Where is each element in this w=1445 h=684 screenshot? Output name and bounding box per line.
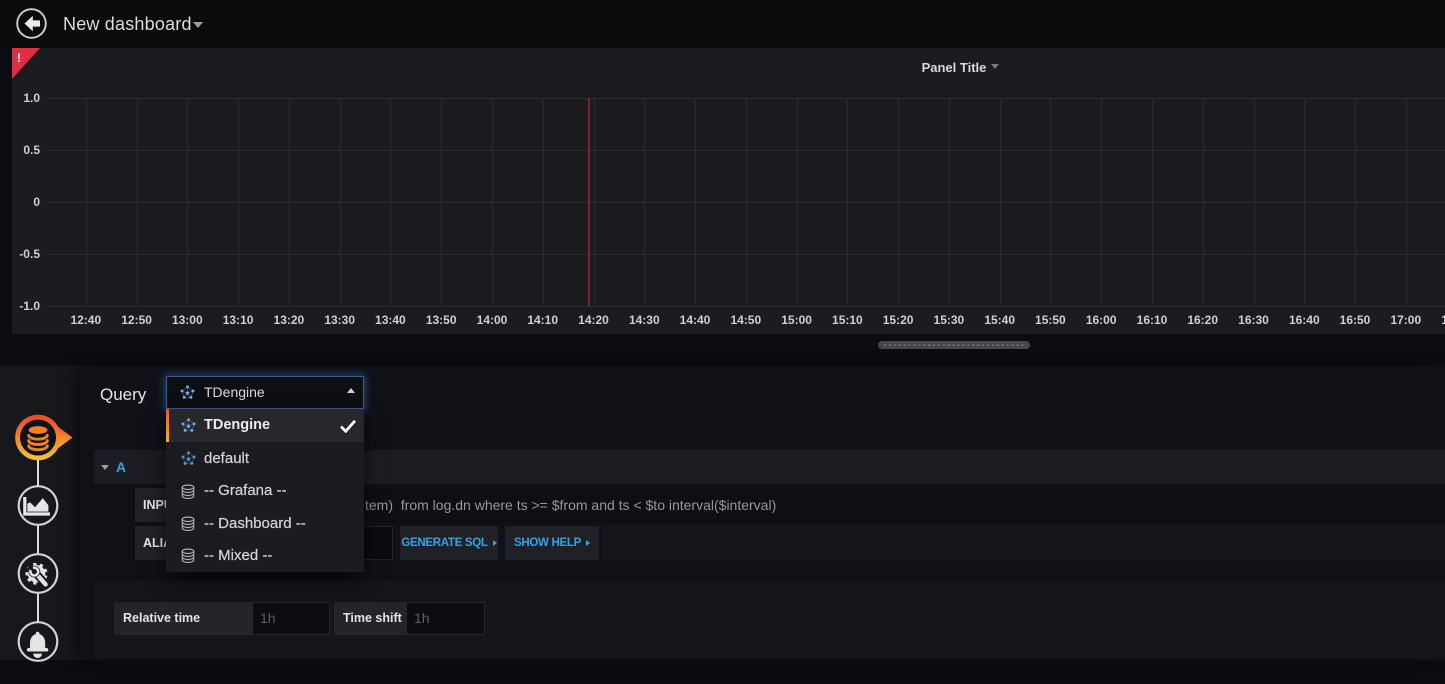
svg-text:!: ! <box>17 53 21 65</box>
